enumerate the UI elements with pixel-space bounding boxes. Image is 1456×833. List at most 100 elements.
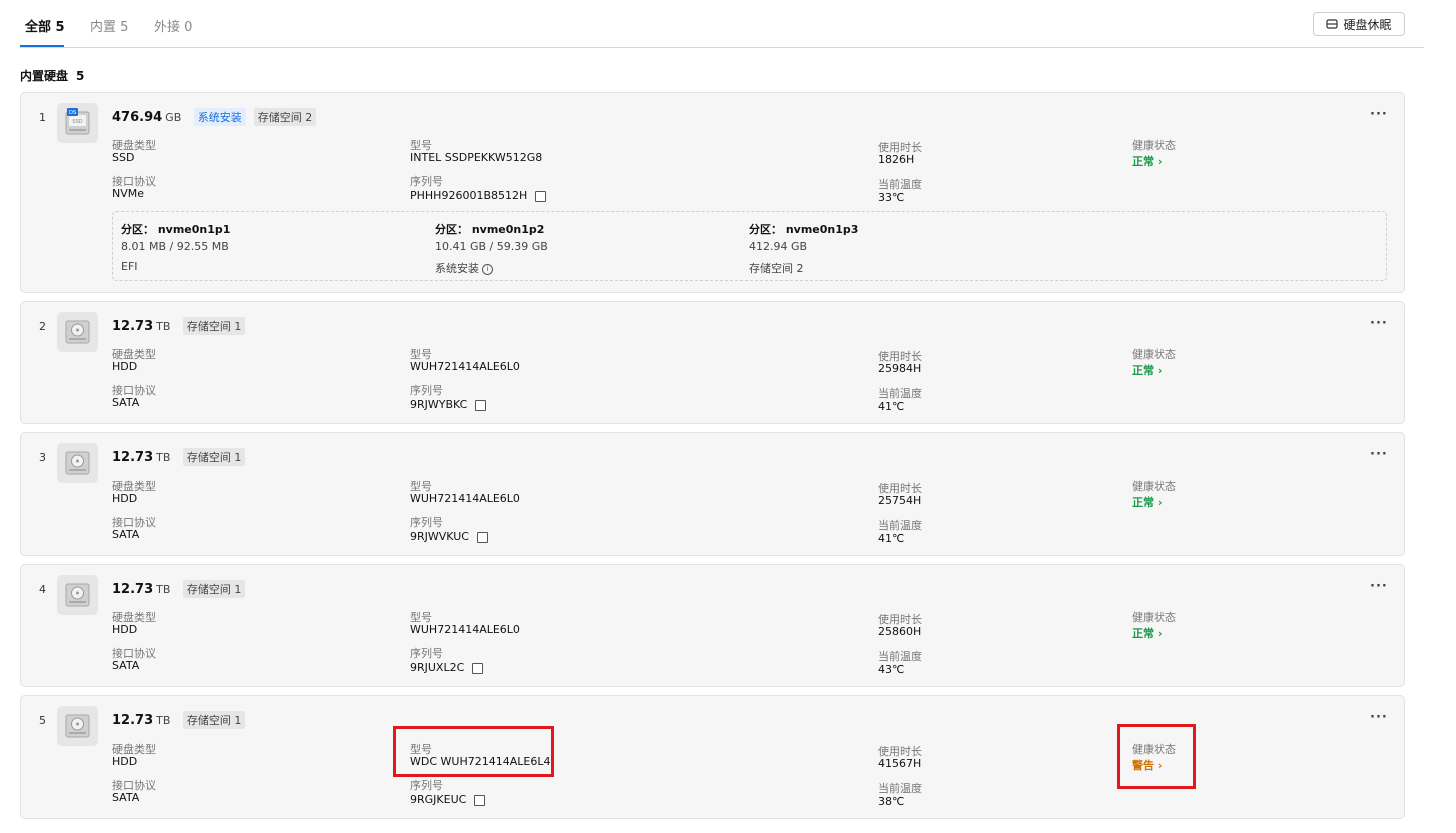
more-options-button[interactable]: ··· <box>1370 579 1388 594</box>
serial-text: 9RGJKEUC <box>410 793 467 806</box>
health-label: 健康状态 <box>1132 480 1176 493</box>
serial-value: 9RJWYBKC <box>410 398 487 414</box>
disk-capacity: 12.73 TB 存储空间 1 <box>112 580 246 598</box>
health-status-link[interactable]: 正常 › <box>1132 362 1162 378</box>
disk-type-value: HDD <box>112 492 138 505</box>
capacity-unit: TB <box>156 451 171 464</box>
storage-space-tag: 存储空间 1 <box>182 448 246 466</box>
capacity-unit: TB <box>156 320 171 333</box>
model-value: WUH721414ALE6L0 <box>410 623 520 636</box>
partition-size: 10.41 GB / 59.39 GB <box>435 240 548 253</box>
partition-usage-text: 系统安装 <box>435 262 479 275</box>
interface-value: SATA <box>112 659 140 672</box>
health-label: 健康状态 <box>1132 348 1176 361</box>
partition-list: 分区： nvme0n1p1 8.01 MB / 92.55 MB EFI 分区：… <box>112 211 1387 281</box>
disk-sleep-button[interactable]: 硬盘休眠 <box>1313 12 1405 36</box>
copy-icon[interactable] <box>471 794 486 809</box>
active-tab-indicator <box>20 45 64 47</box>
interface-value: SATA <box>112 528 140 541</box>
capacity-value: 12.73 <box>112 319 154 334</box>
interface-value: NVMe <box>112 187 145 200</box>
partition-usage: 系统安装 i <box>435 260 493 276</box>
health-status-link[interactable]: 正常 › <box>1132 625 1162 641</box>
serial-text: PHHH926001B8512H <box>410 189 528 202</box>
serial-value: 9RJWVKUC <box>410 530 488 546</box>
disk-type-value: HDD <box>112 623 138 636</box>
copy-icon[interactable] <box>473 531 488 546</box>
disk-capacity: 12.73 TB 存储空间 1 <box>112 448 246 466</box>
disk-capacity: 12.73 TB 存储空间 1 <box>112 317 246 335</box>
section-count: 5 <box>76 69 85 83</box>
health-status-link[interactable]: 警告 › <box>1132 757 1162 773</box>
interface-value: SATA <box>112 396 140 409</box>
tab-external[interactable]: 外接 0 <box>154 16 192 35</box>
chevron-right-icon: › <box>1157 759 1163 772</box>
tab-all[interactable]: 全部 5 <box>25 16 65 35</box>
disk-card[interactable]: 1 OS SSD 476.94 GB 系统安装 存储空间 2 硬盘类型 SSD 接口… <box>20 92 1405 293</box>
chevron-right-icon: › <box>1157 364 1163 377</box>
system-install-tag: 系统安装 <box>193 108 246 126</box>
serial-label: 序列号 <box>410 647 443 660</box>
copy-icon[interactable] <box>469 662 484 677</box>
disk-index: 4 <box>39 583 46 596</box>
capacity-value: 12.73 <box>112 582 154 597</box>
serial-label: 序列号 <box>410 175 443 188</box>
storage-space-tag: 存储空间 1 <box>182 580 246 598</box>
capacity-unit: TB <box>156 583 171 596</box>
uptime-value: 25984H <box>878 362 922 375</box>
partition-name: 分区： nvme0n1p2 <box>435 223 545 236</box>
serial-label: 序列号 <box>410 516 443 529</box>
tab-internal[interactable]: 内置 5 <box>90 16 128 35</box>
partition-size: 412.94 GB <box>749 240 808 253</box>
more-options-button[interactable]: ··· <box>1370 316 1388 331</box>
disk-card[interactable]: 4 12.73 TB 存储空间 1 硬盘类型 HDD 接口协议 SATA 型号 W… <box>20 564 1405 687</box>
health-status-link[interactable]: 正常 › <box>1132 494 1162 510</box>
disk-filter-tabs: 全部 5 内置 5 外接 0 <box>20 0 1424 48</box>
ssd-icon: OS SSD <box>57 103 98 143</box>
disk-type-value: SSD <box>112 151 135 164</box>
disk-capacity: 476.94 GB 系统安装 存储空间 2 <box>112 108 317 126</box>
health-status-text: 正常 <box>1132 627 1154 640</box>
copy-icon[interactable] <box>472 399 487 414</box>
capacity-value: 476.94 <box>112 110 163 125</box>
health-label: 健康状态 <box>1132 139 1176 152</box>
disk-index: 2 <box>39 320 46 333</box>
interface-value: SATA <box>112 791 140 804</box>
disk-card[interactable]: 5 12.73 TB 存储空间 1 硬盘类型 HDD 接口协议 SATA 型号 W… <box>20 695 1405 819</box>
temperature-label: 当前温度 <box>878 178 922 191</box>
temperature-value: 43℃ <box>878 663 905 676</box>
model-value: WDC WUH721414ALE6L4 <box>410 755 551 768</box>
copy-icon[interactable] <box>532 190 547 205</box>
more-options-button[interactable]: ··· <box>1370 447 1388 462</box>
disk-card[interactable]: 3 12.73 TB 存储空间 1 硬盘类型 HDD 接口协议 SATA 型号 W… <box>20 432 1405 556</box>
section-title-text: 内置硬盘 <box>20 69 69 83</box>
uptime-value: 25754H <box>878 494 922 507</box>
uptime-value: 41567H <box>878 757 922 770</box>
chevron-right-icon: › <box>1157 155 1163 168</box>
temperature-label: 当前温度 <box>878 650 922 663</box>
chevron-right-icon: › <box>1157 496 1163 509</box>
more-options-button[interactable]: ··· <box>1370 107 1388 122</box>
storage-space-tag: 存储空间 2 <box>253 108 317 126</box>
disk-card[interactable]: 2 12.73 TB 存储空间 1 硬盘类型 HDD 接口协议 SATA 型号 W… <box>20 301 1405 424</box>
health-status-text: 警告 <box>1132 759 1154 772</box>
storage-space-tag: 存储空间 1 <box>182 317 246 335</box>
hdd-icon <box>57 312 98 352</box>
serial-value: PHHH926001B8512H <box>410 189 547 205</box>
serial-value: 9RJUXL2C <box>410 661 484 677</box>
disk-index: 1 <box>39 111 46 124</box>
info-icon[interactable]: i <box>482 263 493 275</box>
serial-value: 9RGJKEUC <box>410 793 486 809</box>
serial-text: 9RJUXL2C <box>410 661 465 674</box>
health-status-link[interactable]: 正常 › <box>1132 153 1162 169</box>
disk-type-value: HDD <box>112 755 138 768</box>
disk-sleep-label: 硬盘休眠 <box>1343 17 1392 32</box>
section-title: 内置硬盘 5 <box>20 67 84 84</box>
svg-text:SSD: SSD <box>72 119 82 125</box>
more-options-button[interactable]: ··· <box>1370 710 1388 725</box>
temperature-value: 41℃ <box>878 400 905 413</box>
temperature-label: 当前温度 <box>878 782 922 795</box>
uptime-value: 1826H <box>878 153 915 166</box>
partition-name: 分区： nvme0n1p3 <box>749 223 859 236</box>
capacity-unit: TB <box>156 714 171 727</box>
